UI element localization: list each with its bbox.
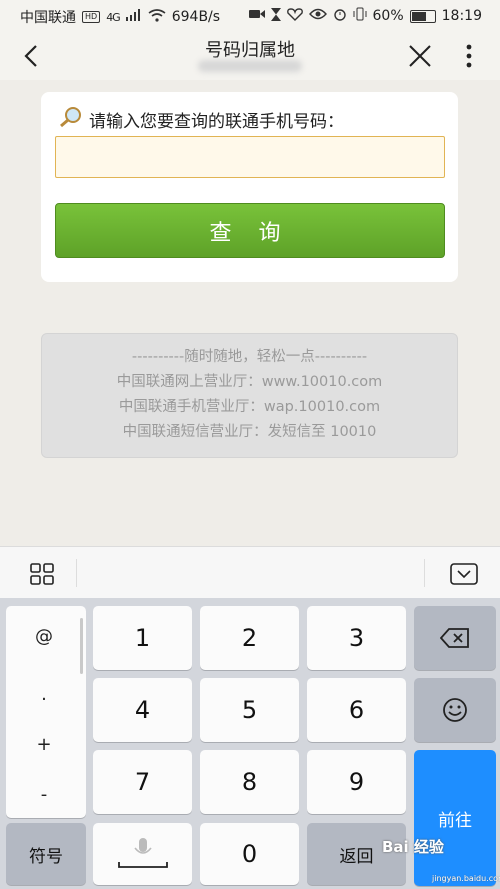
keyboard-toolbar <box>0 546 500 599</box>
heart-icon <box>286 7 303 25</box>
info-wap-hall: 中国联通手机营业厅：wap.10010.com <box>118 399 381 415</box>
symbol-key-dot[interactable]: . <box>6 684 82 705</box>
symbol-key-plus[interactable]: + <box>6 734 82 755</box>
eye-icon <box>308 8 327 24</box>
hd-badge: HD <box>82 11 101 23</box>
network-speed: 694B/s <box>171 9 221 25</box>
alarm-icon <box>333 7 347 25</box>
magnifier-icon <box>59 106 83 133</box>
key-0[interactable]: 0 <box>200 823 299 885</box>
vibrate-icon <box>353 7 367 25</box>
query-prompt: 请输入您要查询的联通手机号码： <box>59 106 344 133</box>
carrier-label: 中国联通 <box>20 10 76 26</box>
symbol-key-at[interactable]: @ <box>6 626 82 647</box>
page-header: 号码归属地 <box>0 32 500 80</box>
microphone-icon <box>117 838 168 868</box>
hourglass-icon <box>270 7 281 25</box>
signal-icon <box>125 9 142 25</box>
symbol-column[interactable]: @ . + - <box>6 606 86 818</box>
info-slogan: ----------随时随地，轻松一点---------- <box>131 349 368 365</box>
grid-menu-icon[interactable] <box>30 563 54 585</box>
go-key[interactable]: 前往 <box>414 750 496 886</box>
backspace-key[interactable] <box>414 606 496 670</box>
smiley-icon <box>443 698 467 722</box>
battery-icon <box>409 9 436 23</box>
info-web-hall: 中国联通网上营业厅：www.10010.com <box>116 374 383 390</box>
info-box: ----------随时随地，轻松一点---------- 中国联通网上营业厅：… <box>41 333 458 458</box>
key-8[interactable]: 8 <box>200 750 299 814</box>
toolbar-divider <box>424 559 425 587</box>
key-7[interactable]: 7 <box>93 750 192 814</box>
video-icon <box>248 8 265 24</box>
info-sms-hall: 中国联通短信营业厅：发短信至 10010 <box>122 424 377 440</box>
emoji-key[interactable] <box>414 678 496 742</box>
backspace-icon <box>440 628 469 648</box>
more-menu-icon[interactable] <box>461 42 477 70</box>
status-bar: 中国联通 HD 4G 694B/s 60% 18:19 <box>0 0 500 32</box>
symbol-scrollbar[interactable] <box>80 618 83 674</box>
query-card: 请输入您要查询的联通手机号码： 查 询 <box>41 92 458 282</box>
query-prompt-text: 请输入您要查询的联通手机号码： <box>89 112 344 132</box>
network-label: 4G <box>106 10 120 24</box>
wifi-icon <box>148 8 166 26</box>
battery-percent: 60% <box>372 8 404 24</box>
key-2[interactable]: 2 <box>200 606 299 670</box>
key-4[interactable]: 4 <box>93 678 192 742</box>
watermark-url: jingyan.baidu.com <box>432 874 500 883</box>
clock-time: 18:19 <box>441 8 482 24</box>
key-1[interactable]: 1 <box>93 606 192 670</box>
key-6[interactable]: 6 <box>307 678 406 742</box>
key-5[interactable]: 5 <box>200 678 299 742</box>
symbol-key-minus[interactable]: - <box>6 784 82 805</box>
query-button[interactable]: 查 询 <box>55 203 445 258</box>
phone-number-input[interactable] <box>55 136 445 178</box>
blurred-url <box>198 60 302 72</box>
key-9[interactable]: 9 <box>307 750 406 814</box>
symbol-switch-key[interactable]: 符号 <box>6 823 86 885</box>
baidu-watermark: Bai 经验 <box>382 838 444 856</box>
key-3[interactable]: 3 <box>307 606 406 670</box>
hide-keyboard-icon[interactable] <box>450 563 478 585</box>
toolbar-divider <box>76 559 77 587</box>
voice-key[interactable] <box>93 823 192 885</box>
close-icon[interactable] <box>406 42 434 70</box>
